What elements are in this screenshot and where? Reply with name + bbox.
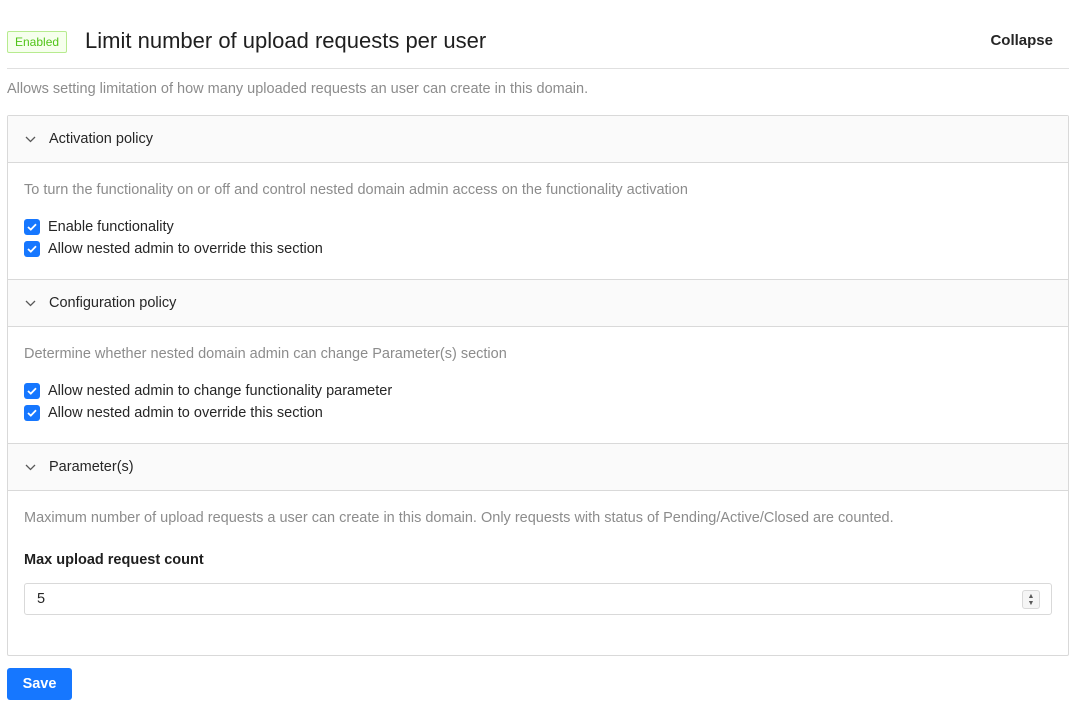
feature-description: Allows setting limitation of how many up… (7, 81, 589, 97)
chevron-down-icon (24, 133, 36, 145)
panel-title: Activation policy (49, 131, 153, 147)
max-upload-request-count-field: ▲ ▼ (24, 583, 1052, 615)
feature-header: Enabled Limit number of upload requests … (7, 0, 1069, 69)
panel-description: Determine whether nested domain admin ca… (24, 346, 507, 362)
checkbox-label: Allow nested admin to change functionali… (48, 383, 393, 399)
checkbox-label: Allow nested admin to override this sect… (48, 241, 323, 257)
increment-arrow-icon[interactable]: ▲ (1028, 593, 1035, 600)
checkmark-icon[interactable] (24, 383, 40, 399)
panel-title: Configuration policy (49, 295, 177, 311)
decrement-arrow-icon[interactable]: ▼ (1028, 600, 1035, 607)
chevron-down-icon (24, 297, 36, 309)
panel-header-configuration-policy[interactable]: Configuration policy (8, 280, 1068, 327)
panel-description: Maximum number of upload requests a user… (24, 510, 894, 526)
panel-title: Parameter(s) (49, 459, 134, 475)
status-badge: Enabled (7, 31, 68, 53)
panel-body: To turn the functionality on or off and … (8, 163, 1068, 279)
panel-body: Maximum number of upload requests a user… (8, 491, 1068, 615)
chevron-down-icon (24, 461, 36, 473)
allow-nested-override-activation-checkbox[interactable]: Allow nested admin to override this sect… (24, 238, 1052, 260)
allow-nested-override-configuration-checkbox[interactable]: Allow nested admin to override this sect… (24, 402, 1052, 424)
checkmark-icon[interactable] (24, 219, 40, 235)
up-down-arrows-icon[interactable]: ▲ ▼ (1022, 590, 1040, 609)
save-button[interactable]: Save (7, 668, 72, 700)
policy-accordion: Activation policy To turn the functional… (7, 115, 1069, 656)
panel-description: To turn the functionality on or off and … (24, 182, 688, 198)
checkmark-icon[interactable] (24, 405, 40, 421)
enable-functionality-checkbox[interactable]: Enable functionality (24, 216, 1052, 238)
max-upload-request-count-label: Max upload request count (24, 552, 204, 568)
max-upload-request-count-input[interactable] (25, 584, 1005, 614)
checkbox-label: Enable functionality (48, 219, 174, 235)
checkbox-label: Allow nested admin to override this sect… (48, 405, 323, 421)
panel-configuration-policy: Configuration policy Determine whether n… (8, 280, 1068, 444)
panel-header-activation-policy[interactable]: Activation policy (8, 116, 1068, 163)
collapse-button[interactable]: Collapse (990, 32, 1053, 49)
page-title: Limit number of upload requests per user (85, 28, 487, 53)
feature-settings-page: Enabled Limit number of upload requests … (7, 0, 1069, 656)
panel-body: Determine whether nested domain admin ca… (8, 327, 1068, 443)
allow-change-parameter-checkbox[interactable]: Allow nested admin to change functionali… (24, 380, 1052, 402)
panel-activation-policy: Activation policy To turn the functional… (8, 116, 1068, 280)
panel-parameters: Parameter(s) Maximum number of upload re… (8, 444, 1068, 615)
checkbox-group: Enable functionality Allow nested admin … (24, 216, 1052, 279)
checkbox-group: Allow nested admin to change functionali… (24, 380, 1052, 443)
panel-header-parameters[interactable]: Parameter(s) (8, 444, 1068, 491)
checkmark-icon[interactable] (24, 241, 40, 257)
